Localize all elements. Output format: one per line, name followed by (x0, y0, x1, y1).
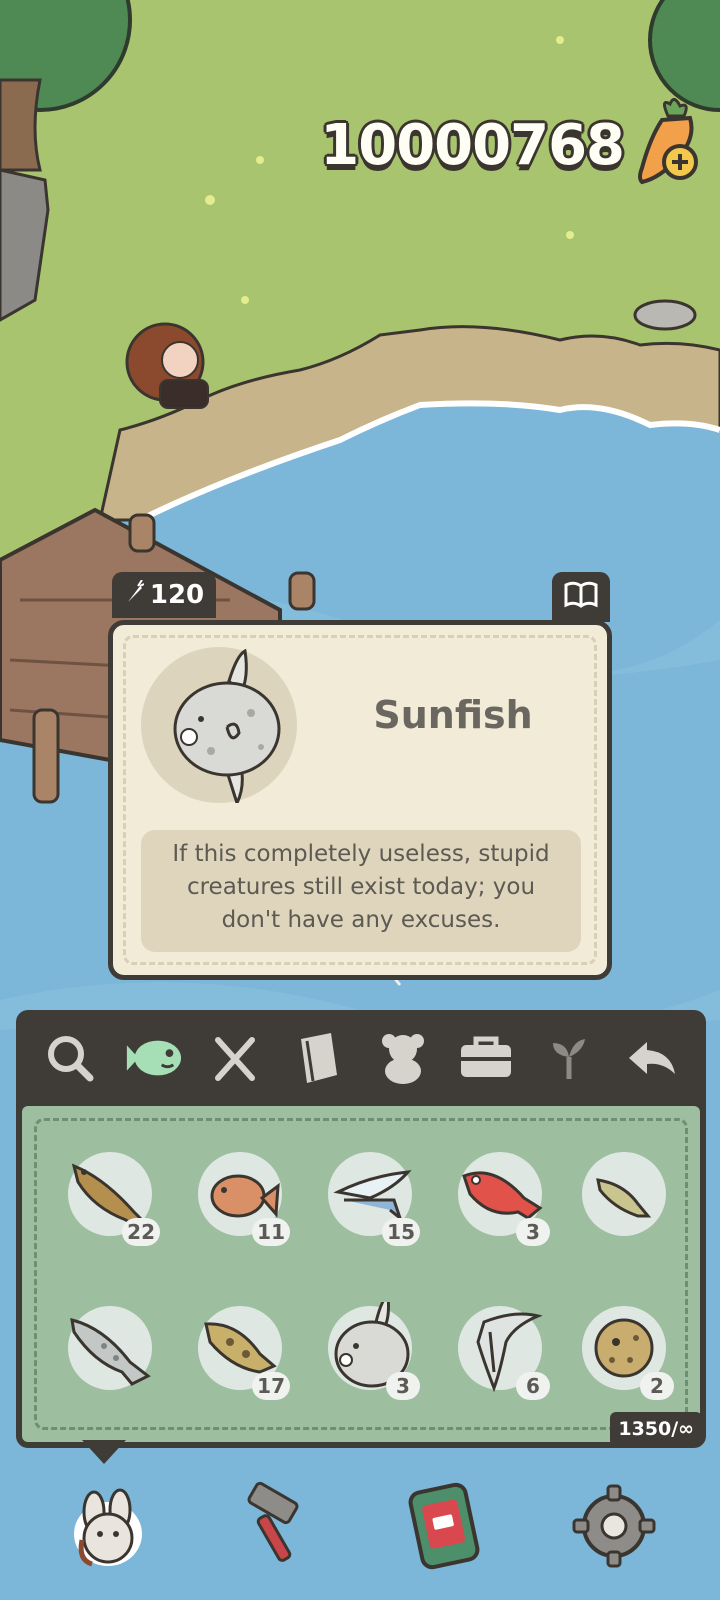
fish-name: Sunfish (373, 693, 533, 737)
tab-tools[interactable] (456, 1028, 516, 1088)
item-count: 11 (252, 1218, 290, 1246)
item-count: 3 (516, 1218, 550, 1246)
item-count: 3 (386, 1372, 420, 1400)
panel-pointer (82, 1440, 126, 1464)
inventory-slot[interactable]: 11 (194, 1148, 290, 1246)
back-arrow-icon (629, 1042, 676, 1074)
catfish-icon (70, 1317, 151, 1386)
phone-icon (408, 1482, 480, 1570)
carrot-icon (124, 578, 145, 611)
teddy-bear-icon (381, 1034, 424, 1084)
open-book-icon (564, 581, 598, 613)
item-count: 6 (516, 1372, 550, 1400)
fish-price-tag: 120 (112, 572, 216, 618)
fish-icon (126, 1040, 181, 1076)
tab-toys[interactable] (373, 1028, 433, 1088)
tab-books[interactable] (289, 1028, 349, 1088)
inventory-slot[interactable]: 3 (454, 1148, 550, 1246)
fish-info-card: Sunfish If this completely useless, stup… (108, 620, 612, 980)
inventory-slot[interactable] (64, 1302, 156, 1394)
magnifier-icon (47, 1036, 94, 1082)
carrot-plus-icon[interactable] (624, 98, 702, 192)
tab-plants[interactable] (539, 1028, 599, 1088)
item-count: 22 (122, 1218, 160, 1246)
category-tabs (16, 1010, 706, 1106)
minnow-icon (596, 1178, 652, 1218)
fish-inventory-grid: 22 11 15 3 17 3 6 2 1350/∞ (22, 1106, 702, 1446)
inventory-capacity: 1350/∞ (610, 1412, 702, 1446)
encyclopedia-button[interactable] (552, 572, 610, 622)
item-count: 17 (252, 1372, 290, 1400)
currency-value: 10000768 (320, 112, 625, 178)
currency-counter[interactable]: 10000768 (320, 98, 702, 192)
item-count: 15 (382, 1218, 420, 1246)
inventory-slot[interactable]: 15 (324, 1148, 420, 1246)
build-button[interactable] (228, 1478, 324, 1574)
bag-button[interactable] (60, 1478, 156, 1574)
settings-gear-icon (572, 1484, 656, 1568)
settings-button[interactable] (566, 1478, 662, 1574)
inventory-slot[interactable]: 2 (578, 1302, 674, 1400)
fish-price-value: 120 (149, 580, 205, 610)
phone-button[interactable] (396, 1478, 492, 1574)
sunfish-icon (173, 648, 281, 807)
inventory-slot[interactable]: 3 (324, 1302, 420, 1400)
hammer-icon (247, 1481, 299, 1562)
tab-fish[interactable] (123, 1028, 183, 1088)
inventory-panel: 22 11 15 3 17 3 6 2 1350/∞ (16, 1010, 706, 1448)
tab-search[interactable] (40, 1028, 100, 1088)
inventory-slot[interactable]: 6 (454, 1302, 550, 1400)
inventory-slot[interactable]: 22 (64, 1148, 160, 1246)
toolbox-icon (460, 1036, 511, 1077)
fork-knife-icon (215, 1037, 256, 1081)
sprout-icon (553, 1039, 586, 1079)
inventory-slot[interactable]: 17 (194, 1302, 290, 1400)
tab-back[interactable] (622, 1028, 682, 1088)
fish-description: If this completely useless, stupid creat… (141, 830, 581, 952)
inventory-slot[interactable] (578, 1148, 670, 1240)
item-count: 2 (640, 1372, 674, 1400)
fish-portrait (141, 647, 297, 807)
book-icon (301, 1033, 338, 1083)
tab-food[interactable] (206, 1028, 266, 1088)
bunny-backpack-icon (74, 1488, 142, 1567)
